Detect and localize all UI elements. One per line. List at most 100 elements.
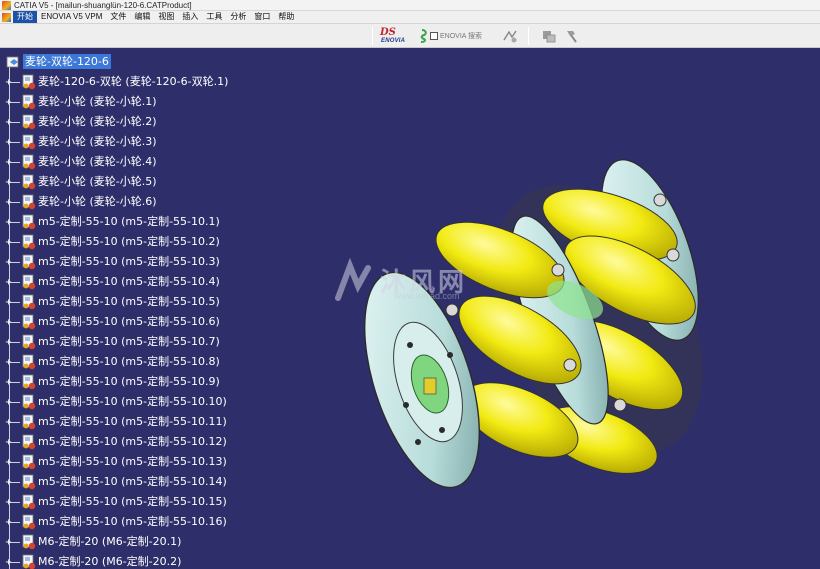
tree-node-label[interactable]: 麦轮-小轮 (麦轮-小轮.5)	[38, 174, 157, 189]
tree-branch-line	[10, 542, 20, 543]
tree-node-label[interactable]: m5-定制-55-10 (m5-定制-55-10.9)	[38, 374, 220, 389]
tree-node-label[interactable]: 麦轮-120-6-双轮 (麦轮-120-6-双轮.1)	[38, 74, 228, 89]
part-instance-icon	[21, 494, 37, 510]
watermark-logo-icon	[335, 258, 371, 301]
tree-node-label[interactable]: m5-定制-55-10 (m5-定制-55-10.10)	[38, 394, 227, 409]
tree-branch-line	[10, 522, 20, 523]
tree-node-label[interactable]: m5-定制-55-10 (m5-定制-55-10.5)	[38, 294, 220, 309]
tree-node-label[interactable]: m5-定制-55-10 (m5-定制-55-10.16)	[38, 514, 227, 529]
tree-branch-line	[10, 362, 20, 363]
tree-branch-line	[10, 122, 20, 123]
checkbox-icon	[430, 32, 438, 40]
part-instance-icon	[21, 114, 37, 130]
part-instance-icon	[21, 334, 37, 350]
tree-root-label[interactable]: 麦轮-双轮-120-6	[23, 54, 111, 69]
part-instance-icon	[21, 294, 37, 310]
tree-node-label[interactable]: m5-定制-55-10 (m5-定制-55-10.11)	[38, 414, 227, 429]
tree-node-label[interactable]: m5-定制-55-10 (m5-定制-55-10.3)	[38, 254, 220, 269]
menu-help[interactable]: 帮助	[274, 11, 298, 23]
tree-branch-line	[10, 462, 20, 463]
catia-app-icon	[2, 0, 11, 10]
tree-branch-line	[10, 502, 20, 503]
tree-branch-line	[10, 442, 20, 443]
tree-branch-line	[10, 562, 20, 563]
navigate-icon	[503, 30, 517, 43]
part-instance-icon	[21, 194, 37, 210]
tree-node-label[interactable]: m5-定制-55-10 (m5-定制-55-10.12)	[38, 434, 227, 449]
tree-branch-line	[10, 162, 20, 163]
menu-start[interactable]: 开始	[13, 11, 37, 23]
tree-node-label[interactable]: m5-定制-55-10 (m5-定制-55-10.15)	[38, 494, 227, 509]
tree-node-label[interactable]: m5-定制-55-10 (m5-定制-55-10.4)	[38, 274, 220, 289]
tree-branch-line	[10, 222, 20, 223]
menu-enovia-vpm[interactable]: ENOVIA V5 VPM	[37, 11, 106, 23]
tree-node-label[interactable]: 麦轮-小轮 (麦轮-小轮.3)	[38, 134, 157, 149]
mecanum-wheel-model	[364, 159, 703, 489]
tree-branch-line	[10, 102, 20, 103]
tree-branch-line	[10, 142, 20, 143]
hammer-icon	[567, 31, 577, 43]
tree-node-label[interactable]: 麦轮-小轮 (麦轮-小轮.4)	[38, 154, 157, 169]
menu-bar: 开始 ENOVIA V5 VPM 文件 编辑 视图 插入 工具 分析 窗口 帮助	[0, 11, 820, 24]
menu-file[interactable]: 文件	[106, 11, 130, 23]
tree-node-label[interactable]: m5-定制-55-10 (m5-定制-55-10.13)	[38, 454, 227, 469]
tree-branch-line	[10, 202, 20, 203]
hammer-tool-button[interactable]	[564, 28, 580, 44]
tree-branch-line	[10, 302, 20, 303]
enovia-logo-text: ENOVIA	[381, 38, 406, 44]
menu-tools[interactable]: 工具	[202, 11, 226, 23]
part-instance-icon	[21, 314, 37, 330]
menu-edit[interactable]: 编辑	[130, 11, 154, 23]
ds-enovia-logo-button[interactable]: DS ENOVIA	[378, 27, 410, 46]
toolbar-separator	[528, 27, 529, 45]
part-instance-icon	[21, 534, 37, 550]
part-instance-icon	[21, 174, 37, 190]
navigate-tool-button[interactable]	[502, 28, 518, 44]
tree-branch-line	[10, 322, 20, 323]
3d-viewport[interactable]	[330, 150, 790, 510]
tree-node-label[interactable]: m5-定制-55-10 (m5-定制-55-10.1)	[38, 214, 220, 229]
part-instance-icon	[21, 354, 37, 370]
part-instance-icon	[21, 374, 37, 390]
part-instance-icon	[21, 254, 37, 270]
tree-branch-line	[10, 422, 20, 423]
toolbar: DS ENOVIA ENOVIA 搜索	[0, 24, 820, 48]
document-menu-icon[interactable]	[2, 12, 11, 22]
part-instance-icon	[21, 274, 37, 290]
watermark-url: www.mfcad.com	[394, 291, 460, 301]
part-instance-icon	[21, 514, 37, 530]
tree-node-label[interactable]: 麦轮-小轮 (麦轮-小轮.6)	[38, 194, 157, 209]
tree-node-label[interactable]: M6-定制-20 (M6-定制-20.1)	[38, 534, 181, 549]
part-instance-icon	[21, 414, 37, 430]
enovia-search-button[interactable]: ENOVIA 搜索	[416, 28, 482, 44]
menu-insert[interactable]: 插入	[178, 11, 202, 23]
part-instance-icon	[21, 394, 37, 410]
part-instance-icon	[21, 474, 37, 490]
tree-node-label[interactable]: m5-定制-55-10 (m5-定制-55-10.7)	[38, 334, 220, 349]
tree-node-label[interactable]: m5-定制-55-10 (m5-定制-55-10.2)	[38, 234, 220, 249]
search-spiral-icon	[420, 29, 427, 43]
tree-node-label[interactable]: M6-定制-20 (M6-定制-20.2)	[38, 554, 181, 569]
part-instance-icon	[21, 434, 37, 450]
window-title: CATIA V5 - [mailun-shuanglün-120-6.CATPr…	[14, 0, 192, 10]
tree-branch-line	[10, 342, 20, 343]
part-instance-icon	[21, 74, 37, 90]
product-node-icon	[6, 54, 22, 70]
tree-node-label[interactable]: 麦轮-小轮 (麦轮-小轮.1)	[38, 94, 157, 109]
tree-node-label[interactable]: m5-定制-55-10 (m5-定制-55-10.6)	[38, 314, 220, 329]
menu-view[interactable]: 视图	[154, 11, 178, 23]
product-tool-button[interactable]	[541, 28, 557, 44]
toolbar-separator	[372, 27, 373, 45]
menu-analyze[interactable]: 分析	[226, 11, 250, 23]
tree-branch-line	[10, 262, 20, 263]
part-instance-icon	[21, 234, 37, 250]
tree-branch-line	[10, 242, 20, 243]
part-instance-icon	[21, 134, 37, 150]
tree-node-label[interactable]: m5-定制-55-10 (m5-定制-55-10.8)	[38, 354, 220, 369]
tree-node-label[interactable]: m5-定制-55-10 (m5-定制-55-10.14)	[38, 474, 227, 489]
product-icon	[543, 31, 556, 43]
menu-window[interactable]: 窗口	[250, 11, 274, 23]
ds-logo-text: DS	[380, 27, 396, 38]
tree-node-label[interactable]: 麦轮-小轮 (麦轮-小轮.2)	[38, 114, 157, 129]
tree-branch-line	[10, 382, 20, 383]
